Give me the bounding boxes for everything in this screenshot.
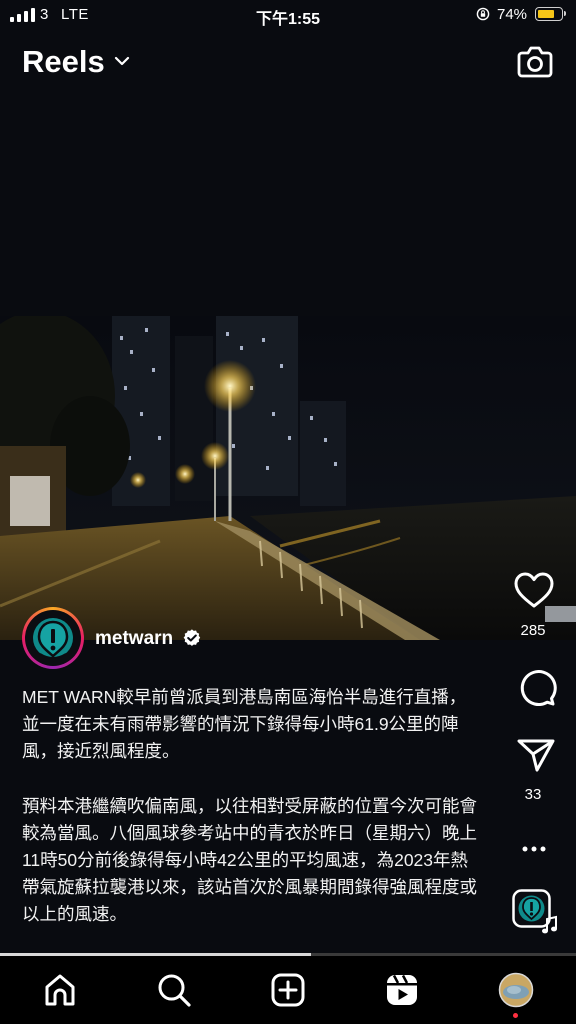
reels-screen: 3 LTE 下午1:55 74% Reels metwarn MET WARN較… bbox=[0, 0, 576, 1024]
status-bar: 3 LTE 下午1:55 74% bbox=[0, 0, 576, 30]
caption-paragraph-1: MET WARN較早前曾派員到港島南區海怡半島進行直播，並一度在未有雨帶影響的情… bbox=[22, 687, 467, 762]
metwarn-logo-icon bbox=[33, 618, 73, 659]
search-icon[interactable] bbox=[156, 972, 192, 1008]
battery-icon bbox=[535, 7, 566, 21]
send-icon[interactable] bbox=[514, 737, 558, 773]
reels-icon[interactable] bbox=[384, 972, 420, 1008]
reel-caption[interactable]: MET WARN較早前曾派員到港島南區海怡半島進行直播，並一度在未有雨帶影響的情… bbox=[22, 684, 482, 929]
battery-percent: 74% bbox=[497, 6, 528, 23]
verified-badge-icon bbox=[183, 629, 201, 646]
heart-icon[interactable] bbox=[512, 570, 556, 610]
comment-icon[interactable] bbox=[514, 668, 558, 708]
share-count: 33 bbox=[524, 786, 542, 803]
bottom-tab-bar bbox=[0, 956, 576, 1024]
create-icon[interactable] bbox=[270, 972, 306, 1008]
notification-dot bbox=[513, 1013, 518, 1018]
home-icon[interactable] bbox=[42, 972, 78, 1008]
caption-paragraph-2: 預料本港繼續吹偏南風，以往相對受屏蔽的位置今次可能會較為當風。八個風球參考站中的… bbox=[22, 795, 477, 925]
camera-icon[interactable] bbox=[516, 44, 554, 80]
username[interactable]: metwarn bbox=[95, 628, 173, 650]
reel-video[interactable] bbox=[0, 316, 576, 640]
reels-title[interactable]: Reels bbox=[22, 44, 105, 80]
profile-icon[interactable] bbox=[498, 972, 534, 1008]
orientation-lock-icon bbox=[476, 7, 490, 21]
chevron-down-icon[interactable] bbox=[114, 55, 130, 67]
more-dots-icon[interactable] bbox=[521, 842, 547, 856]
audio-thumbnail-icon[interactable] bbox=[512, 889, 560, 935]
like-count: 285 bbox=[520, 622, 546, 639]
avatar[interactable] bbox=[22, 607, 84, 669]
